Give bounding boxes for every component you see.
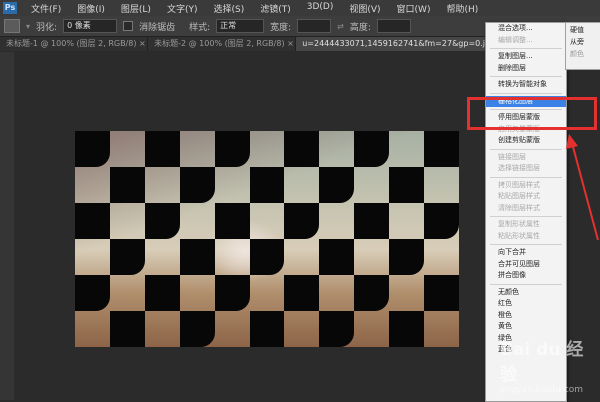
side-panel-item[interactable]: 从旁 (566, 35, 600, 47)
context-menu-item: 粘贴形状属性 (498, 231, 540, 240)
context-menu-item[interactable]: 橙色 (486, 310, 566, 322)
puzzle-dark-cell (214, 275, 250, 311)
menu-item[interactable]: 滤镜(T) (252, 2, 299, 15)
antialias-label: 消除锯齿 (139, 22, 176, 33)
puzzle-dark-cell (424, 203, 459, 239)
context-menu-item[interactable]: 合并可见图层 (486, 259, 566, 271)
context-menu-item[interactable]: 混合选项... (486, 23, 566, 35)
puzzle-dark-cell (389, 167, 425, 203)
menu-separator (490, 283, 562, 285)
document-tab[interactable]: 未标题-1 @ 100% (图层 2, RGB/8) × (0, 37, 149, 51)
document-tab[interactable]: 未标题-2 @ 100% (图层 2, RGB/8) × (148, 37, 297, 51)
baidu-watermark: Bai du 经验 jingyan.baidu.com (500, 335, 600, 395)
puzzle-dark-cell (75, 131, 110, 167)
style-select[interactable]: 正常 (216, 19, 265, 33)
watermark-line2: jingyan.baidu.com (500, 385, 584, 395)
menu-separator (490, 48, 562, 49)
puzzle-dark-cell (179, 167, 215, 203)
puzzle-dark-cell (109, 167, 145, 203)
menu-item[interactable]: 视图(V) (341, 2, 388, 15)
antialias-checkbox[interactable] (123, 21, 134, 31)
context-menu-item: 编辑调整... (498, 35, 533, 44)
document-canvas[interactable] (75, 131, 459, 347)
puzzle-dark-cell (75, 275, 110, 311)
puzzle-dark-cell (109, 311, 145, 347)
menu-separator (490, 216, 562, 217)
menu-items: 文件(F) 图像(I) 图层(L) 文字(Y) 选择(S) 滤镜(T) 3D(D) 视图(V)… (23, 2, 486, 15)
menu-item[interactable]: 文件(F) (23, 2, 69, 15)
side-panel: 硬值 从旁颜色 (565, 22, 600, 70)
context-menu-item[interactable]: 黄色 (486, 321, 566, 333)
context-menu-item: 清除图层样式 (498, 203, 540, 212)
puzzle-dark-cell (179, 239, 215, 275)
context-menu-item: 复制形状属性 (498, 220, 540, 228)
context-menu-item: 拷贝图层样式 (498, 180, 540, 189)
puzzle-dark-cell (354, 275, 390, 311)
menu-item[interactable]: 图像(I) (69, 2, 113, 15)
context-menu-item[interactable]: 转换为智能对象 (486, 79, 566, 91)
context-menu-item[interactable]: 复制图层... (486, 51, 566, 63)
puzzle-dark-cell (284, 275, 320, 311)
puzzle-dark-cell (354, 203, 390, 239)
context-menu-item[interactable]: 拼合图像 (486, 270, 566, 282)
tools-panel[interactable] (0, 52, 14, 400)
puzzle-dark-cell (214, 203, 250, 239)
feather-label: 羽化: (36, 22, 58, 33)
puzzle-dark-cell (389, 239, 425, 275)
puzzle-dark-cell (249, 311, 285, 347)
style-label: 样式: (189, 22, 211, 33)
menu-separator (490, 148, 562, 150)
menu-item[interactable]: 3D(D) (299, 2, 342, 15)
context-menu-item[interactable]: 删除图层 (486, 63, 566, 75)
photoshop-logo-icon[interactable]: Ps (3, 2, 17, 14)
menu-separator (490, 76, 562, 77)
puzzle-dark-cell (109, 239, 145, 275)
puzzle-dark-cell (284, 131, 320, 167)
menu-separator (490, 244, 562, 245)
side-panel-item[interactable]: 硬值 (566, 23, 600, 35)
width-label: 宽度: (270, 22, 292, 33)
context-menu-item[interactable]: 红色 (486, 298, 566, 310)
height-input[interactable] (376, 19, 411, 33)
puzzle-dark-cell (319, 239, 355, 275)
puzzle-dark-cell (284, 203, 320, 239)
swap-icon[interactable]: ⇄ (337, 22, 344, 31)
height-label: 高度: (349, 22, 371, 33)
context-menu-item[interactable]: 创建剪贴蒙版 (486, 135, 566, 147)
context-menu-item: 粘贴图层样式 (498, 192, 540, 200)
menu-item[interactable]: 帮助(H) (438, 2, 486, 15)
menu-bar: Ps 文件(F) 图像(I) 图层(L) 文字(Y) 选择(S) 滤镜(T) 3D(D) 视图… (0, 0, 600, 16)
puzzle-dark-cell (144, 131, 180, 167)
width-input[interactable] (297, 19, 332, 33)
tool-preset-dropdown-icon[interactable]: ▾ (26, 22, 30, 31)
context-menu-item: 选择链接图层 (498, 164, 540, 172)
context-menu-item: 链接图层 (498, 152, 526, 161)
puzzle-dark-cell (354, 131, 390, 167)
watermark-line1: Bai du 经验 (500, 340, 584, 385)
feather-input[interactable]: 0 像素 (63, 19, 118, 33)
puzzle-dark-cell (424, 131, 459, 167)
menu-separator (490, 92, 562, 94)
puzzle-dark-cell (144, 275, 180, 311)
puzzle-dark-cell (249, 239, 285, 275)
context-menu-item[interactable]: 向下合并 (486, 247, 566, 259)
puzzle-dark-cell (389, 311, 425, 347)
puzzle-dark-cell (144, 203, 180, 239)
menu-separator (490, 176, 562, 178)
marquee-tool-icon[interactable] (4, 19, 20, 33)
puzzle-dark-cell (424, 275, 459, 311)
menu-item[interactable]: 窗口(W) (389, 2, 439, 15)
puzzle-dark-cell (75, 203, 110, 239)
puzzle-dark-cell (319, 311, 355, 347)
puzzle-dark-cell (214, 131, 250, 167)
menu-item[interactable]: 文字(Y) (159, 2, 206, 15)
puzzle-dark-cell (179, 311, 215, 347)
menu-item[interactable]: 图层(L) (113, 2, 159, 15)
puzzle-dark-cell (249, 167, 285, 203)
menu-item[interactable]: 选择(S) (205, 2, 252, 15)
highlight-box (467, 97, 597, 130)
context-menu-item[interactable]: 无颜色 (486, 287, 566, 299)
side-panel-item: 颜色 (570, 50, 584, 58)
puzzle-dark-cell (319, 167, 355, 203)
